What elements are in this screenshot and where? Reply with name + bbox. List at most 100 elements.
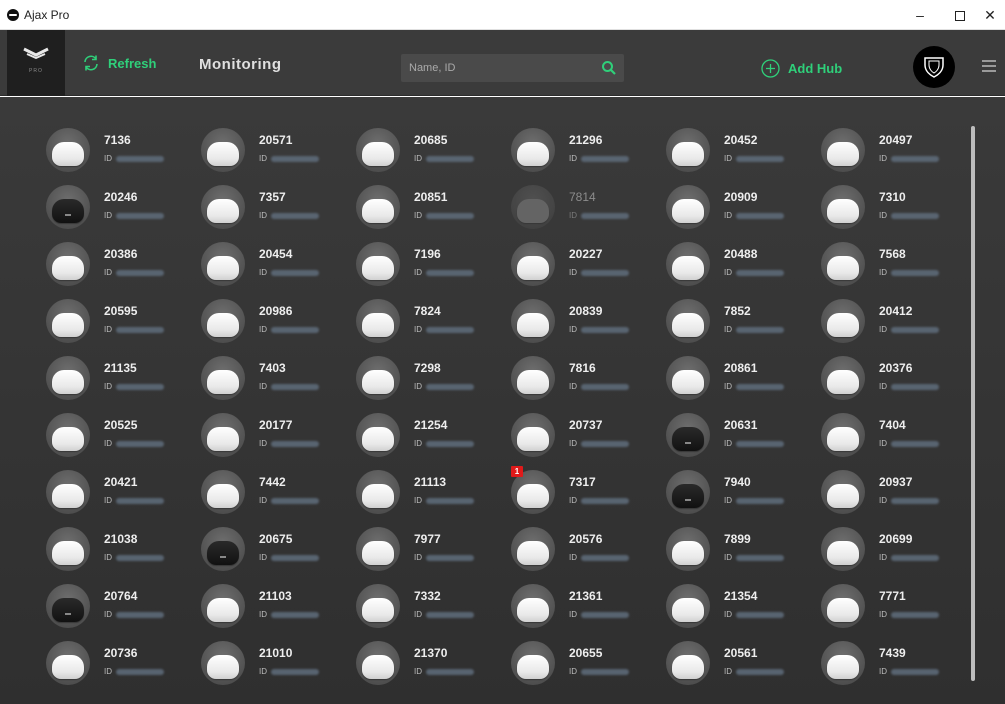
close-button[interactable]: ✕ [975,0,1005,30]
hub-id: ID [414,610,474,619]
hub-device-icon [666,185,710,229]
hub-item[interactable]: 20246 ID [46,184,196,234]
hub-item[interactable]: 7977 ID [356,526,506,576]
minimize-button[interactable]: – [900,0,940,30]
hub-item[interactable]: 20525 ID [46,412,196,462]
hub-id-label: ID [569,610,577,619]
hub-item[interactable]: 20861 ID [666,355,816,405]
hub-id: ID [724,610,784,619]
hub-item[interactable]: 7814 ID [511,184,661,234]
hub-item[interactable]: 21135 ID [46,355,196,405]
maximize-button[interactable] [940,0,980,30]
hub-item[interactable]: 21354 ID [666,583,816,633]
hub-item[interactable]: 7332 ID [356,583,506,633]
hub-item[interactable]: 20631 ID [666,412,816,462]
hub-id-label: ID [259,439,267,448]
hub-item[interactable]: 20595 ID [46,298,196,348]
account-avatar[interactable] [913,46,955,88]
hub-item[interactable]: 21010 ID [201,640,351,690]
hub-item[interactable]: 7403 ID [201,355,351,405]
hub-item[interactable]: 7816 ID [511,355,661,405]
hub-item[interactable]: 21296 ID [511,127,661,177]
hub-item[interactable]: 7442 ID [201,469,351,519]
hub-item[interactable]: 20685 ID [356,127,506,177]
hub-device-icon [201,128,245,172]
hub-item[interactable]: 20497 ID [821,127,971,177]
hub-item[interactable]: 20937 ID [821,469,971,519]
hub-item[interactable]: 20576 ID [511,526,661,576]
hub-item[interactable]: 20675 ID [201,526,351,576]
hub-id-label: ID [104,439,112,448]
hub-item[interactable]: 20571 ID [201,127,351,177]
refresh-button[interactable]: Refresh [82,53,156,73]
hub-item[interactable]: 20454 ID [201,241,351,291]
hub-device-icon [821,584,865,628]
hub-id-value-redacted [581,326,629,333]
hub-id-value-redacted [736,383,784,390]
ajax-logo-icon [7,9,19,21]
hub-device-icon [666,584,710,628]
hub-id: ID [259,154,319,163]
hub-item[interactable]: 20737 ID [511,412,661,462]
hub-item[interactable]: 21254 ID [356,412,506,462]
hub-id: ID [724,553,784,562]
hub-item[interactable]: 20561 ID [666,640,816,690]
hub-item[interactable]: 20376 ID [821,355,971,405]
hub-item[interactable]: 7357 ID [201,184,351,234]
hamburger-menu-icon[interactable] [982,60,996,74]
hub-item[interactable]: 21361 ID [511,583,661,633]
search-icon[interactable] [601,60,617,81]
hub-item[interactable]: 20177 ID [201,412,351,462]
hub-item[interactable]: 20412 ID [821,298,971,348]
hub-name: 20571 [259,133,293,147]
hub-id: ID [724,325,784,334]
hub-item[interactable]: 7940 ID [666,469,816,519]
hub-item[interactable]: 20488 ID [666,241,816,291]
hub-item[interactable]: 7136 ID [46,127,196,177]
hub-id-value-redacted [116,668,164,675]
hub-item[interactable]: 20764 ID [46,583,196,633]
hub-item[interactable]: 20421 ID [46,469,196,519]
hub-item[interactable]: 7439 ID [821,640,971,690]
add-hub-button[interactable]: Add Hub [761,58,842,78]
hub-item[interactable]: 7824 ID [356,298,506,348]
app-logo[interactable]: PRO [7,30,65,96]
hub-device-icon [201,527,245,571]
hub-device-icon [356,641,400,685]
hub-device-icon [46,413,90,457]
hub-item[interactable]: 20909 ID [666,184,816,234]
hub-item[interactable]: 20655 ID [511,640,661,690]
hub-id-label: ID [569,211,577,220]
hub-item[interactable]: 20839 ID [511,298,661,348]
hub-item[interactable]: 7568 ID [821,241,971,291]
hub-item[interactable]: 20452 ID [666,127,816,177]
hub-id: ID [259,211,319,220]
hub-item[interactable]: 7298 ID [356,355,506,405]
hub-item[interactable]: 7310 ID [821,184,971,234]
hub-item[interactable]: 7899 ID [666,526,816,576]
hub-item[interactable]: 7196 ID [356,241,506,291]
hub-item[interactable]: 20386 ID [46,241,196,291]
hub-item[interactable]: 20986 ID [201,298,351,348]
hub-device-icon [201,641,245,685]
hub-item[interactable]: 21113 ID [356,469,506,519]
hub-item[interactable]: 7852 ID [666,298,816,348]
hub-item[interactable]: 7771 ID [821,583,971,633]
hub-item[interactable]: 20227 ID [511,241,661,291]
hub-id-label: ID [104,211,112,220]
hub-id: ID [259,496,319,505]
hub-id-value-redacted [426,554,474,561]
hub-id: ID [569,382,629,391]
hub-item[interactable]: 1 7317 ID [511,466,661,519]
hub-device-icon [201,185,245,229]
search-input[interactable] [409,54,599,82]
hub-item[interactable]: 20851 ID [356,184,506,234]
vertical-scrollbar[interactable] [971,126,975,681]
hub-id: ID [104,439,164,448]
hub-item[interactable]: 7404 ID [821,412,971,462]
hub-item[interactable]: 21370 ID [356,640,506,690]
hub-item[interactable]: 20699 ID [821,526,971,576]
hub-item[interactable]: 21103 ID [201,583,351,633]
hub-item[interactable]: 21038 ID [46,526,196,576]
hub-item[interactable]: 20736 ID [46,640,196,690]
